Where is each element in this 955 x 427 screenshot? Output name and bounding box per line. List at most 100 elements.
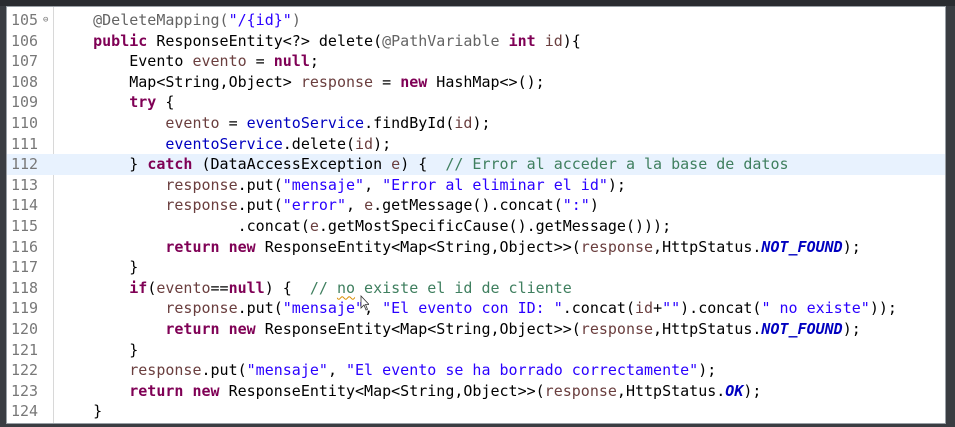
code-token: return [165,319,220,338]
line-number: 122 [11,361,39,380]
code-text[interactable]: public ResponseEntity<?> delete(@PathVar… [57,31,581,52]
code-text[interactable]: } [57,257,138,278]
code-line[interactable]: 106 public ResponseEntity<?> delete(@Pat… [7,31,945,52]
line-number: 111 [11,134,39,153]
code-area[interactable]: 105 ⊖ @DeleteMapping("/{id}") 106 public R… [7,10,945,422]
code-text[interactable]: .concat(e.getMostSpecificCause().getMess… [57,216,671,237]
code-token: catch [147,155,193,174]
line-number: 114 [11,196,39,215]
line-number: 113 [11,175,39,194]
code-token: response [165,175,238,194]
code-token: evento [156,278,211,297]
code-text[interactable]: } catch (DataAccessException e) { // Err… [57,154,789,175]
code-token: ); [842,319,861,338]
line-number: 123 [11,381,39,400]
code-line[interactable]: 119 response.put("mensaje", "El evento c… [7,298,945,319]
code-line[interactable]: 114 response.put("error", e.getMessage()… [7,195,945,216]
code-token: ); [743,381,762,400]
code-line[interactable]: 109 try { [7,92,945,113]
code-text[interactable]: if(evento==null) { // no existe el id de… [57,278,572,299]
code-token: response [165,299,238,318]
code-token: = [246,52,274,71]
code-line[interactable]: 123 return new ResponseEntity<Map<String… [7,381,945,402]
code-token: .delete( [282,134,356,153]
code-token: " no existe" [761,299,870,318]
code-token: // Error al acceder a la base de datos [445,155,789,174]
code-token: } [129,258,139,277]
code-text[interactable]: Map<String,Object> response = new HashMa… [57,72,544,93]
code-editor[interactable]: 105 ⊖ @DeleteMapping("/{id}") 106 public R… [6,6,946,424]
code-line[interactable]: 107 Evento evento = null; [7,51,945,72]
code-token: .findById( [364,113,455,132]
code-text[interactable]: Evento evento = null; [57,51,319,72]
code-token: ResponseEntity<Map<String,Object>>( [219,381,545,400]
code-line[interactable]: 111 eventoService.delete(id); [7,134,945,155]
code-token: id [635,299,654,318]
code-token: new [192,381,220,400]
code-line[interactable]: 117 } [7,257,945,278]
code-token: } [93,402,103,421]
code-token: == [210,278,229,297]
code-line[interactable]: 115 .concat(e.getMostSpecificCause().get… [7,216,945,237]
code-token: e [309,216,319,235]
code-text[interactable]: } [57,340,138,361]
code-text[interactable]: response.put("mensaje", "El evento con I… [57,298,897,319]
code-token: int [508,31,536,50]
code-text[interactable]: return new ResponseEntity<Map<String,Obj… [57,381,761,402]
code-text[interactable]: try { [57,92,174,113]
code-line[interactable]: 113 response.put("mensaje", "Error al el… [7,175,945,196]
code-token: new [228,319,256,338]
code-token: // [309,278,337,297]
text-cursor-icon [360,295,369,311]
code-line[interactable]: 118 if(evento==null) { // no existe el i… [7,278,945,299]
code-token: .put( [237,299,283,318]
code-line[interactable]: 112 } catch (DataAccessException e) { //… [7,154,945,175]
code-line[interactable]: 121 } [7,340,945,361]
line-number: 112 [11,155,39,174]
code-line[interactable]: 105 ⊖ @DeleteMapping("/{id}") [7,10,945,31]
code-line[interactable]: 110 evento = eventoService.findById(id); [7,113,945,134]
code-token: , [364,175,383,194]
code-line[interactable]: 120 return new ResponseEntity<Map<String… [7,319,945,340]
code-token: + [653,299,663,318]
code-token: response [580,319,654,338]
code-text[interactable]: response.put("mensaje", "Error al elimin… [57,175,626,196]
code-text[interactable]: @DeleteMapping("/{id}") [57,10,301,31]
code-token: public [93,31,148,50]
code-line[interactable]: 124 } [7,401,945,422]
code-text[interactable]: eventoService.delete(id); [57,134,391,155]
fold-toggle-icon[interactable]: ⊖ [43,10,48,31]
code-text[interactable]: return new ResponseEntity<Map<String,Obj… [57,319,861,340]
code-line[interactable]: 108 Map<String,Object> response = new Ha… [7,72,945,93]
code-text[interactable]: evento = eventoService.findById(id); [57,113,490,134]
code-token: NOT_FOUND [761,237,843,256]
code-token: response [300,72,374,91]
code-token: "El evento se ha borrado correctamente" [346,361,699,380]
code-token: no [336,278,356,297]
code-token: try [129,93,157,112]
code-text[interactable]: return new ResponseEntity<Map<String,Obj… [57,237,861,258]
code-token: "Error al eliminar el id" [382,175,608,194]
code-token: ; [309,52,319,71]
code-token: .concat( [237,216,310,235]
code-text[interactable]: response.put("error", e.getMessage().con… [57,195,599,216]
line-number: 121 [11,340,39,359]
code-line[interactable]: 116 return new ResponseEntity<Map<String… [7,237,945,258]
code-line[interactable]: 122 response.put("mensaje", "El evento s… [7,360,945,381]
code-token: .getMostSpecificCause().getMessage())); [318,216,672,235]
line-number: 119 [11,299,39,318]
code-token: ) { [400,155,446,174]
code-token: eventoService [246,113,365,132]
code-token: ); [842,237,861,256]
code-text[interactable]: response.put("mensaje", "El evento se ha… [57,360,716,381]
code-token: OK [725,381,744,400]
code-text[interactable]: } [57,401,102,422]
